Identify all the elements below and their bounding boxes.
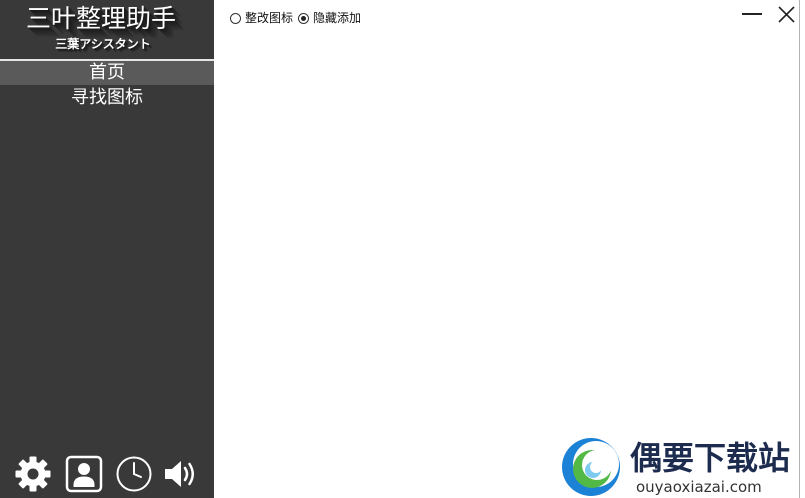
app-title: 三叶整理助手: [26, 4, 177, 33]
option-label: 隐藏添加: [313, 11, 362, 25]
watermark-name: 偶要下载站: [630, 439, 791, 477]
app-logo: 三叶整理助手 三葉アシスタント: [0, 0, 214, 59]
contact-card-icon[interactable]: [65, 455, 103, 493]
clock-icon[interactable]: [115, 455, 153, 493]
app-subtitle: 三葉アシスタント: [55, 37, 151, 51]
radio-button[interactable]: [298, 12, 309, 24]
sidebar: 三叶整理助手 三葉アシスタント 首页 寻找图标: [0, 0, 214, 498]
sidebar-item-find-icons[interactable]: 寻找图标: [0, 86, 214, 110]
option-hide-add[interactable]: 隐藏添加: [298, 11, 361, 25]
minimize-icon[interactable]: [742, 13, 762, 15]
watermark-url: ouyaoxiazai.com: [636, 478, 762, 496]
main-content: [214, 0, 799, 498]
speaker-icon[interactable]: [162, 455, 200, 493]
gear-icon[interactable]: [14, 455, 52, 493]
option-modify-icons[interactable]: 整改图标: [230, 11, 293, 25]
swirl-logo-icon: [559, 434, 627, 498]
sidebar-item-home[interactable]: 首页: [0, 61, 214, 85]
radio-button[interactable]: [230, 12, 241, 24]
window-border: [799, 0, 800, 498]
option-label: 整改图标: [245, 11, 294, 25]
close-icon[interactable]: [777, 5, 796, 24]
